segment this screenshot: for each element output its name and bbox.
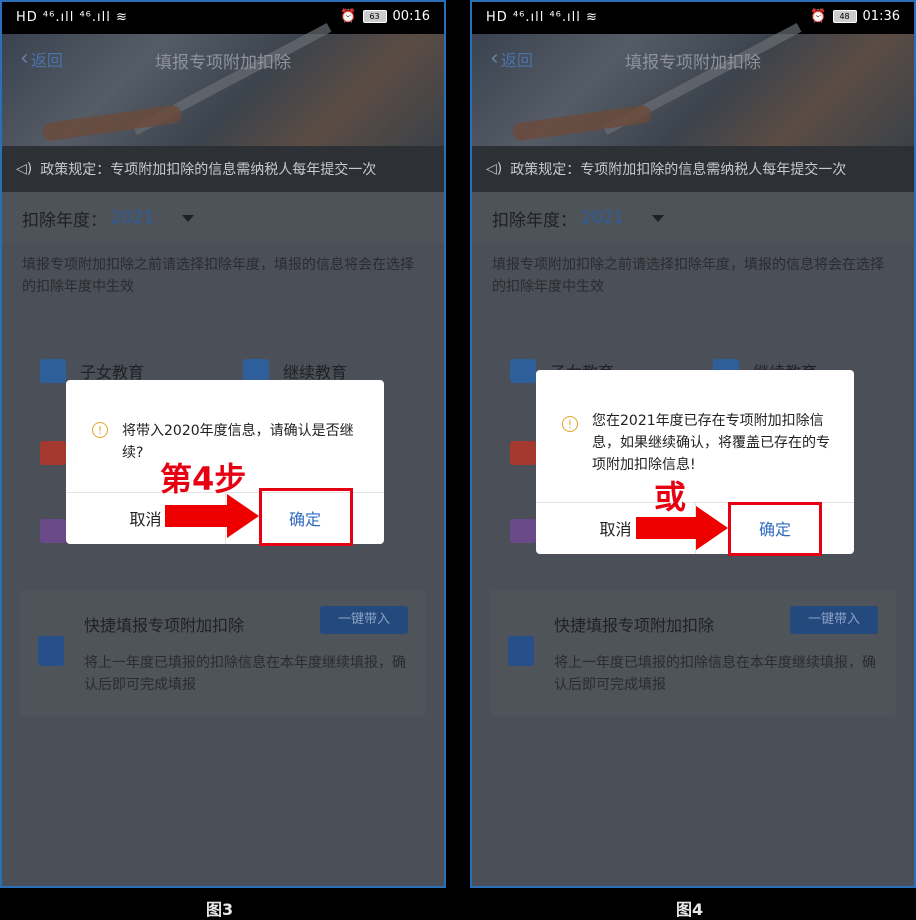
clock: 00:16 xyxy=(392,9,430,24)
speaker-icon: ◁) xyxy=(486,161,503,177)
status-bar: HD ⁴⁶.ıll ⁴⁶.ıll ≋ ⏰ 48 01:36 xyxy=(472,2,914,34)
books-icon xyxy=(510,359,536,383)
alarm-icon: ⏰ xyxy=(340,9,357,24)
phone-screen-right: HD ⁴⁶.ıll ⁴⁶.ıll ≋ ⏰ 48 01:36 ‹ 返回 填报专项附… xyxy=(470,0,916,888)
page-title: 填报专项附加扣除 xyxy=(625,53,761,73)
year-description: 填报专项附加扣除之前请选择扣除年度，填报的信息将会在选择的扣除年度中生效 xyxy=(492,257,884,295)
notice-text: 政策规定：专项附加扣除的信息需纳税人每年提交一次 xyxy=(40,162,377,178)
policy-notice: ◁) 政策规定：专项附加扣除的信息需纳税人每年提交一次 xyxy=(2,146,444,192)
year-selector[interactable]: 扣除年度： 2021 xyxy=(472,192,914,244)
battery-icon: 48 xyxy=(832,10,857,23)
year-value: 2021 xyxy=(581,208,625,228)
caret-down-icon xyxy=(182,214,195,222)
house-icon xyxy=(510,519,536,543)
quick-fill-card: 快捷填报专项附加扣除 一键带入 将上一年度已填报的扣除信息在本年度继续填报，确认… xyxy=(20,590,426,716)
caption-left: 图3 xyxy=(206,900,234,919)
quick-title: 快捷填报专项附加扣除 xyxy=(84,616,245,635)
ok-highlight-box xyxy=(728,502,822,556)
nav-bar: ‹ 返回 填报专项附加扣除 xyxy=(472,46,914,74)
ok-highlight-box xyxy=(259,488,353,546)
caption-right: 图4 xyxy=(676,900,704,919)
year-label: 扣除年度： xyxy=(22,210,107,231)
year-selector[interactable]: 扣除年度： 2021 xyxy=(2,192,444,244)
year-description: 填报专项附加扣除之前请选择扣除年度，填报的信息将会在选择的扣除年度中生效 xyxy=(22,257,414,295)
dialog-message: 您在2021年度已存在专项附加扣除信息，如果继续确认，将覆盖已存在的专项附加扣除… xyxy=(592,413,830,473)
warning-icon: ! xyxy=(562,416,578,432)
year-label: 扣除年度： xyxy=(492,210,577,231)
nav-bar: ‹ 返回 填报专项附加扣除 xyxy=(2,46,444,74)
house-icon xyxy=(40,519,66,543)
arrow-right-icon xyxy=(165,494,259,538)
year-value: 2021 xyxy=(111,208,155,228)
clock: 01:36 xyxy=(862,9,900,24)
signal-icons: HD ⁴⁶.ıll ⁴⁶.ıll ≋ xyxy=(486,10,598,25)
quick-fill-card: 快捷填报专项附加扣除 一键带入 将上一年度已填报的扣除信息在本年度继续填报，确认… xyxy=(490,590,896,716)
quick-title: 快捷填报专项附加扣除 xyxy=(554,616,715,635)
page-title: 填报专项附加扣除 xyxy=(155,53,291,73)
caret-down-icon xyxy=(652,214,665,222)
speaker-icon: ◁) xyxy=(16,161,33,177)
alarm-icon: ⏰ xyxy=(810,9,827,24)
quick-description: 将上一年度已填报的扣除信息在本年度继续填报，确认后即可完成填报 xyxy=(84,655,406,693)
or-label: 或 xyxy=(654,478,687,516)
edit-document-icon xyxy=(38,636,64,666)
medical-kit-icon xyxy=(40,441,66,465)
import-button[interactable]: 一键带入 xyxy=(320,606,408,634)
edit-document-icon xyxy=(508,636,534,666)
import-button[interactable]: 一键带入 xyxy=(790,606,878,634)
quick-description: 将上一年度已填报的扣除信息在本年度继续填报，确认后即可完成填报 xyxy=(554,655,876,693)
books-icon xyxy=(40,359,66,383)
medical-kit-icon xyxy=(510,441,536,465)
policy-notice: ◁) 政策规定：专项附加扣除的信息需纳税人每年提交一次 xyxy=(472,146,914,192)
signal-icons: HD ⁴⁶.ıll ⁴⁶.ıll ≋ xyxy=(16,10,128,25)
phone-screen-left: HD ⁴⁶.ıll ⁴⁶.ıll ≋ ⏰ 63 00:16 ‹ 返回 填报专项附… xyxy=(0,0,446,888)
warning-icon: ! xyxy=(92,422,108,438)
status-bar: HD ⁴⁶.ıll ⁴⁶.ıll ≋ ⏰ 63 00:16 xyxy=(2,2,444,34)
notice-text: 政策规定：专项附加扣除的信息需纳税人每年提交一次 xyxy=(510,162,847,178)
battery-icon: 63 xyxy=(362,10,387,23)
step-label: 第4步 xyxy=(160,460,247,498)
